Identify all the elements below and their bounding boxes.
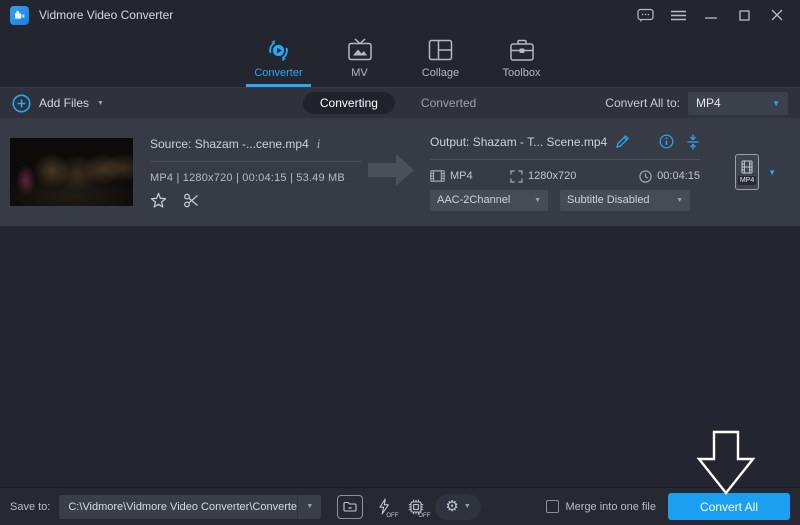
subtitle-caret-icon: ▼ (676, 197, 683, 204)
output-info-block: Output: Shazam - T... Scene.mp4 MP4 1280… (430, 134, 700, 211)
tab-collage[interactable]: Collage (400, 30, 481, 87)
maximize-icon[interactable] (731, 4, 757, 26)
high-speed-off-label: OFF (386, 513, 398, 519)
merge-checkbox[interactable] (546, 500, 559, 513)
video-thumbnail (10, 138, 133, 206)
add-files-label: Add Files (39, 96, 89, 110)
add-files-caret-icon[interactable]: ▼ (97, 100, 104, 107)
source-meta: MP4 | 1280x720 | 00:04:15 | 53.49 MB (150, 172, 362, 184)
file-list-item[interactable]: Source: Shazam -...cene.mp4 i MP4 | 1280… (0, 118, 800, 226)
titlebar: Vidmore Video Converter (0, 0, 800, 30)
output-format-tile[interactable]: MP4 (735, 154, 759, 190)
save-path-value[interactable]: C:\Vidmore\Vidmore Video Converter\Conve… (59, 501, 297, 513)
settings-caret-icon: ▼ (464, 503, 471, 510)
cut-icon[interactable] (183, 192, 200, 209)
convert-all-to-label: Convert All to: (605, 96, 680, 110)
format-tile-caret-icon[interactable]: ▼ (768, 168, 776, 177)
tab-converter-label: Converter (254, 67, 302, 79)
merge-checkbox-label: Merge into one file (566, 501, 657, 513)
save-path-caret-icon[interactable]: ▼ (297, 495, 321, 519)
add-files-plus-icon (12, 94, 31, 113)
rename-icon[interactable] (615, 134, 630, 149)
source-info-icon[interactable]: i (317, 136, 321, 152)
mv-icon (347, 36, 373, 64)
menu-icon[interactable] (665, 4, 691, 26)
output-resolution-value: 1280x720 (528, 170, 576, 182)
output-info-icon[interactable] (659, 134, 674, 149)
save-path-select[interactable]: C:\Vidmore\Vidmore Video Converter\Conve… (59, 495, 321, 519)
film-icon (741, 160, 753, 174)
minimize-icon[interactable] (698, 4, 724, 26)
convert-all-button[interactable]: Convert All (668, 493, 790, 520)
tab-toolbox-label: Toolbox (503, 67, 541, 79)
output-format-value: MP4 (450, 170, 473, 182)
feedback-icon[interactable] (632, 4, 658, 26)
app-window: Vidmore Video Converter (0, 0, 800, 525)
high-speed-toggle[interactable]: OFF (371, 495, 397, 519)
folder-icon (343, 501, 357, 512)
output-filename: Output: Shazam - T... Scene.mp4 (430, 135, 607, 149)
format-icon (430, 170, 445, 182)
audio-track-select[interactable]: AAC-2Channel ▼ (430, 190, 548, 211)
open-folder-button[interactable] (337, 495, 363, 519)
file-list-empty-area (0, 226, 800, 487)
convert-all-to-caret-icon: ▼ (772, 99, 780, 108)
tab-mv[interactable]: MV (319, 30, 400, 87)
compress-icon[interactable] (686, 134, 700, 150)
convert-direction-arrow-icon (368, 150, 414, 195)
audio-track-value: AAC-2Channel (437, 194, 534, 206)
tab-collage-label: Collage (422, 67, 459, 79)
gpu-off-label: OFF (418, 513, 430, 519)
audio-track-caret-icon: ▼ (534, 197, 541, 204)
collage-icon (428, 36, 453, 64)
convert-all-to-value: MP4 (696, 96, 772, 110)
convert-all-to-select[interactable]: MP4 ▼ (688, 92, 788, 115)
toolbox-icon (509, 36, 535, 64)
subtitle-value: Subtitle Disabled (567, 194, 676, 206)
source-info-block: Source: Shazam -...cene.mp4 i MP4 | 1280… (150, 136, 362, 209)
tab-converter[interactable]: Converter (238, 30, 319, 87)
settings-button[interactable]: ⚙ ▼ (435, 494, 480, 520)
gpu-acceleration-toggle[interactable]: OFF (403, 495, 429, 519)
subtitle-select[interactable]: Subtitle Disabled ▼ (560, 190, 690, 211)
duration-icon (639, 170, 652, 183)
edit-effects-icon[interactable] (150, 192, 167, 209)
window-title: Vidmore Video Converter (39, 8, 173, 22)
tab-converting[interactable]: Converting (303, 92, 395, 114)
source-filename: Source: Shazam -...cene.mp4 (150, 137, 309, 151)
divider (430, 159, 700, 160)
format-tile-label: MP4 (738, 176, 756, 185)
toolbar: Add Files ▼ Converting Converted Convert… (0, 87, 800, 118)
converter-icon (265, 36, 292, 64)
main-nav: Converter MV Collage (0, 30, 800, 87)
divider (150, 161, 362, 162)
tab-mv-label: MV (351, 67, 368, 79)
close-icon[interactable] (764, 4, 790, 26)
tab-converted[interactable]: Converted (421, 96, 476, 110)
add-files-button[interactable]: Add Files ▼ (12, 94, 104, 113)
output-duration-value: 00:04:15 (657, 170, 700, 182)
resolution-icon (510, 170, 523, 183)
app-logo-icon (10, 6, 29, 25)
bottombar: Save to: C:\Vidmore\Vidmore Video Conver… (0, 487, 800, 525)
tab-toolbox[interactable]: Toolbox (481, 30, 562, 87)
gear-icon: ⚙ (445, 499, 458, 514)
save-to-label: Save to: (10, 501, 50, 513)
